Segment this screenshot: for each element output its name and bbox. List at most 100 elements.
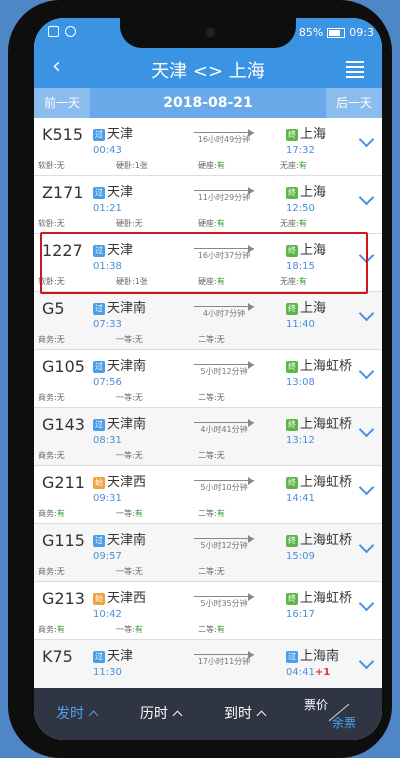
arrival-time: 13:12 — [286, 435, 315, 446]
train-row[interactable]: G105 过天津南 07:56 5小时12分钟 终上海虹桥 13:08 商务:无 一等:无 二等… — [34, 350, 382, 408]
station-type-badge: 过 — [93, 535, 105, 547]
train-list[interactable]: K515 过天津 00:43 16小时49分钟终上海 17:32 软卧:无 硬卧:1张 硬座:… — [34, 118, 382, 698]
journey-duration: 5小时12分钟 — [194, 534, 254, 551]
departure-time: 09:57 — [93, 551, 122, 562]
front-camera — [204, 26, 217, 39]
journey-duration: 5小时12分钟 — [194, 360, 254, 377]
station-type-badge: 终 — [286, 419, 298, 431]
expand-chevron-icon[interactable] — [358, 595, 375, 612]
sort-duration-tab[interactable]: 历时 — [140, 703, 183, 723]
seat-class: 商务:无 — [38, 451, 65, 460]
caret-up-icon — [172, 710, 183, 721]
journey-duration: 16小时49分钟 — [194, 128, 254, 145]
expand-chevron-icon[interactable] — [358, 305, 375, 322]
arrival-station: 终上海虹桥 — [286, 533, 353, 548]
seat-class: 一等:无 — [116, 393, 143, 402]
journey-duration: 4小时41分钟 — [194, 418, 254, 435]
train-row[interactable]: G211 始天津西 09:31 5小时10分钟 终上海虹桥 14:41 商务:有 一等:有 二等… — [34, 466, 382, 524]
app-screen: 85% 09:3 ‹ 天津 <> 上海 前一天 2018-08-21 后一天 K5… — [34, 18, 382, 740]
station-type-badge: 终 — [286, 361, 298, 373]
expand-chevron-icon[interactable] — [358, 421, 375, 438]
arrival-station: 终上海 — [286, 127, 327, 142]
station-type-badge: 过 — [93, 419, 105, 431]
seat-class: 硬卧:1张 — [116, 161, 148, 170]
expand-chevron-icon[interactable] — [358, 653, 375, 670]
train-row[interactable]: K515 过天津 00:43 16小时49分钟 终上海 17:32 软卧:无 硬卧:1张 硬座:… — [34, 118, 382, 176]
departure-time: 11:30 — [93, 667, 122, 678]
station-type-badge: 终 — [286, 593, 298, 605]
departure-time: 01:21 — [93, 203, 122, 214]
seat-class: 二等:无 — [198, 451, 225, 460]
departure-station: 过天津南 — [93, 359, 147, 374]
station-type-badge: 过 — [93, 245, 105, 257]
sort-price-tab[interactable]: 票价 — [304, 696, 328, 713]
expand-chevron-icon[interactable] — [358, 363, 375, 380]
sort-remaining-tab[interactable]: 余票 — [332, 714, 356, 731]
station-type-badge: 过 — [93, 187, 105, 199]
sort-arrival-tab[interactable]: 到时 — [224, 703, 267, 723]
date-bar: 前一天 2018-08-21 后一天 — [34, 88, 382, 118]
station-type-badge: 终 — [286, 187, 298, 199]
seat-class: 硬卧:无 — [116, 219, 143, 228]
seat-class: 一等:无 — [116, 335, 143, 344]
departure-station: 过天津 — [93, 649, 134, 664]
seat-class: 二等:无 — [198, 393, 225, 402]
train-row[interactable]: G5 过天津南 07:33 4小时7分钟 终上海 11:40 商务:无 一等:无 二等:无 — [34, 292, 382, 350]
train-row[interactable]: G213 始天津西 10:42 5小时35分钟 终上海虹桥 16:17 商务:有 一等:有 二等… — [34, 582, 382, 640]
seat-class: 一等:无 — [116, 567, 143, 576]
departure-time: 00:43 — [93, 145, 122, 156]
station-type-badge: 过 — [93, 303, 105, 315]
arrow-icon — [194, 187, 254, 195]
arrival-station: 终上海虹桥 — [286, 417, 353, 432]
departure-station: 始天津西 — [93, 475, 147, 490]
train-row[interactable]: G143 过天津南 08:31 4小时41分钟 终上海虹桥 13:12 商务:无 一等:无 二等… — [34, 408, 382, 466]
departure-station: 过天津南 — [93, 417, 147, 432]
seat-class: 商务:无 — [38, 567, 65, 576]
page-title: 天津 <> 上海 — [151, 61, 265, 82]
train-number: G5 — [42, 299, 65, 318]
expand-chevron-icon[interactable] — [358, 537, 375, 554]
seat-class: 无座:有 — [280, 219, 307, 228]
station-type-badge: 始 — [93, 593, 105, 605]
departure-station: 过天津南 — [93, 301, 147, 316]
phone-frame: 85% 09:3 ‹ 天津 <> 上海 前一天 2018-08-21 后一天 K5… — [8, 0, 392, 758]
train-number: G105 — [42, 357, 85, 376]
expand-chevron-icon[interactable] — [358, 479, 375, 496]
journey-duration: 5小时35分钟 — [194, 592, 254, 609]
caret-up-icon — [88, 710, 99, 721]
seat-class: 硬卧:1张 — [116, 277, 148, 286]
seat-class: 一等:有 — [116, 625, 143, 634]
arrow-icon — [194, 477, 254, 485]
seat-class: 二等:无 — [198, 335, 225, 344]
station-type-badge: 终 — [286, 129, 298, 141]
arrival-station: 终上海 — [286, 243, 327, 258]
seat-class: 二等:有 — [198, 509, 225, 518]
departure-station: 过天津 — [93, 243, 134, 258]
seat-class: 一等:有 — [116, 509, 143, 518]
next-day-button[interactable]: 后一天 — [326, 88, 382, 118]
clock: 09:3 — [349, 26, 374, 39]
battery-percent: 85% — [298, 26, 324, 39]
expand-chevron-icon[interactable] — [358, 247, 375, 264]
station-type-badge: 过 — [286, 651, 298, 663]
seat-class: 软卧:无 — [38, 277, 65, 286]
train-row[interactable]: G115 过天津南 09:57 5小时12分钟 终上海虹桥 15:09 商务:无 一等:无 二等… — [34, 524, 382, 582]
train-row[interactable]: 1227 过天津 01:38 16小时37分钟 终上海 18:15 软卧:无 硬卧:1张 硬座:… — [34, 234, 382, 292]
sort-departure-tab[interactable]: 发时 — [56, 703, 99, 723]
station-type-badge: 终 — [286, 477, 298, 489]
arrow-icon — [194, 303, 254, 311]
station-type-badge: 终 — [286, 245, 298, 257]
expand-chevron-icon[interactable] — [358, 189, 375, 206]
battery-icon — [327, 27, 346, 38]
departure-station: 过天津 — [93, 127, 134, 142]
expand-chevron-icon[interactable] — [358, 131, 375, 148]
seat-class: 二等:有 — [198, 625, 225, 634]
station-type-badge: 始 — [93, 477, 105, 489]
filter-list-icon[interactable] — [346, 58, 364, 78]
seat-class: 软卧:无 — [38, 161, 65, 170]
arrow-icon — [194, 245, 254, 253]
station-type-badge: 终 — [286, 303, 298, 315]
journey-duration: 17小时11分钟 — [194, 650, 254, 667]
train-number: G213 — [42, 589, 85, 608]
train-row[interactable]: Z171 过天津 01:21 11小时29分钟 终上海 12:50 软卧:无 硬卧:无 硬座:有… — [34, 176, 382, 234]
